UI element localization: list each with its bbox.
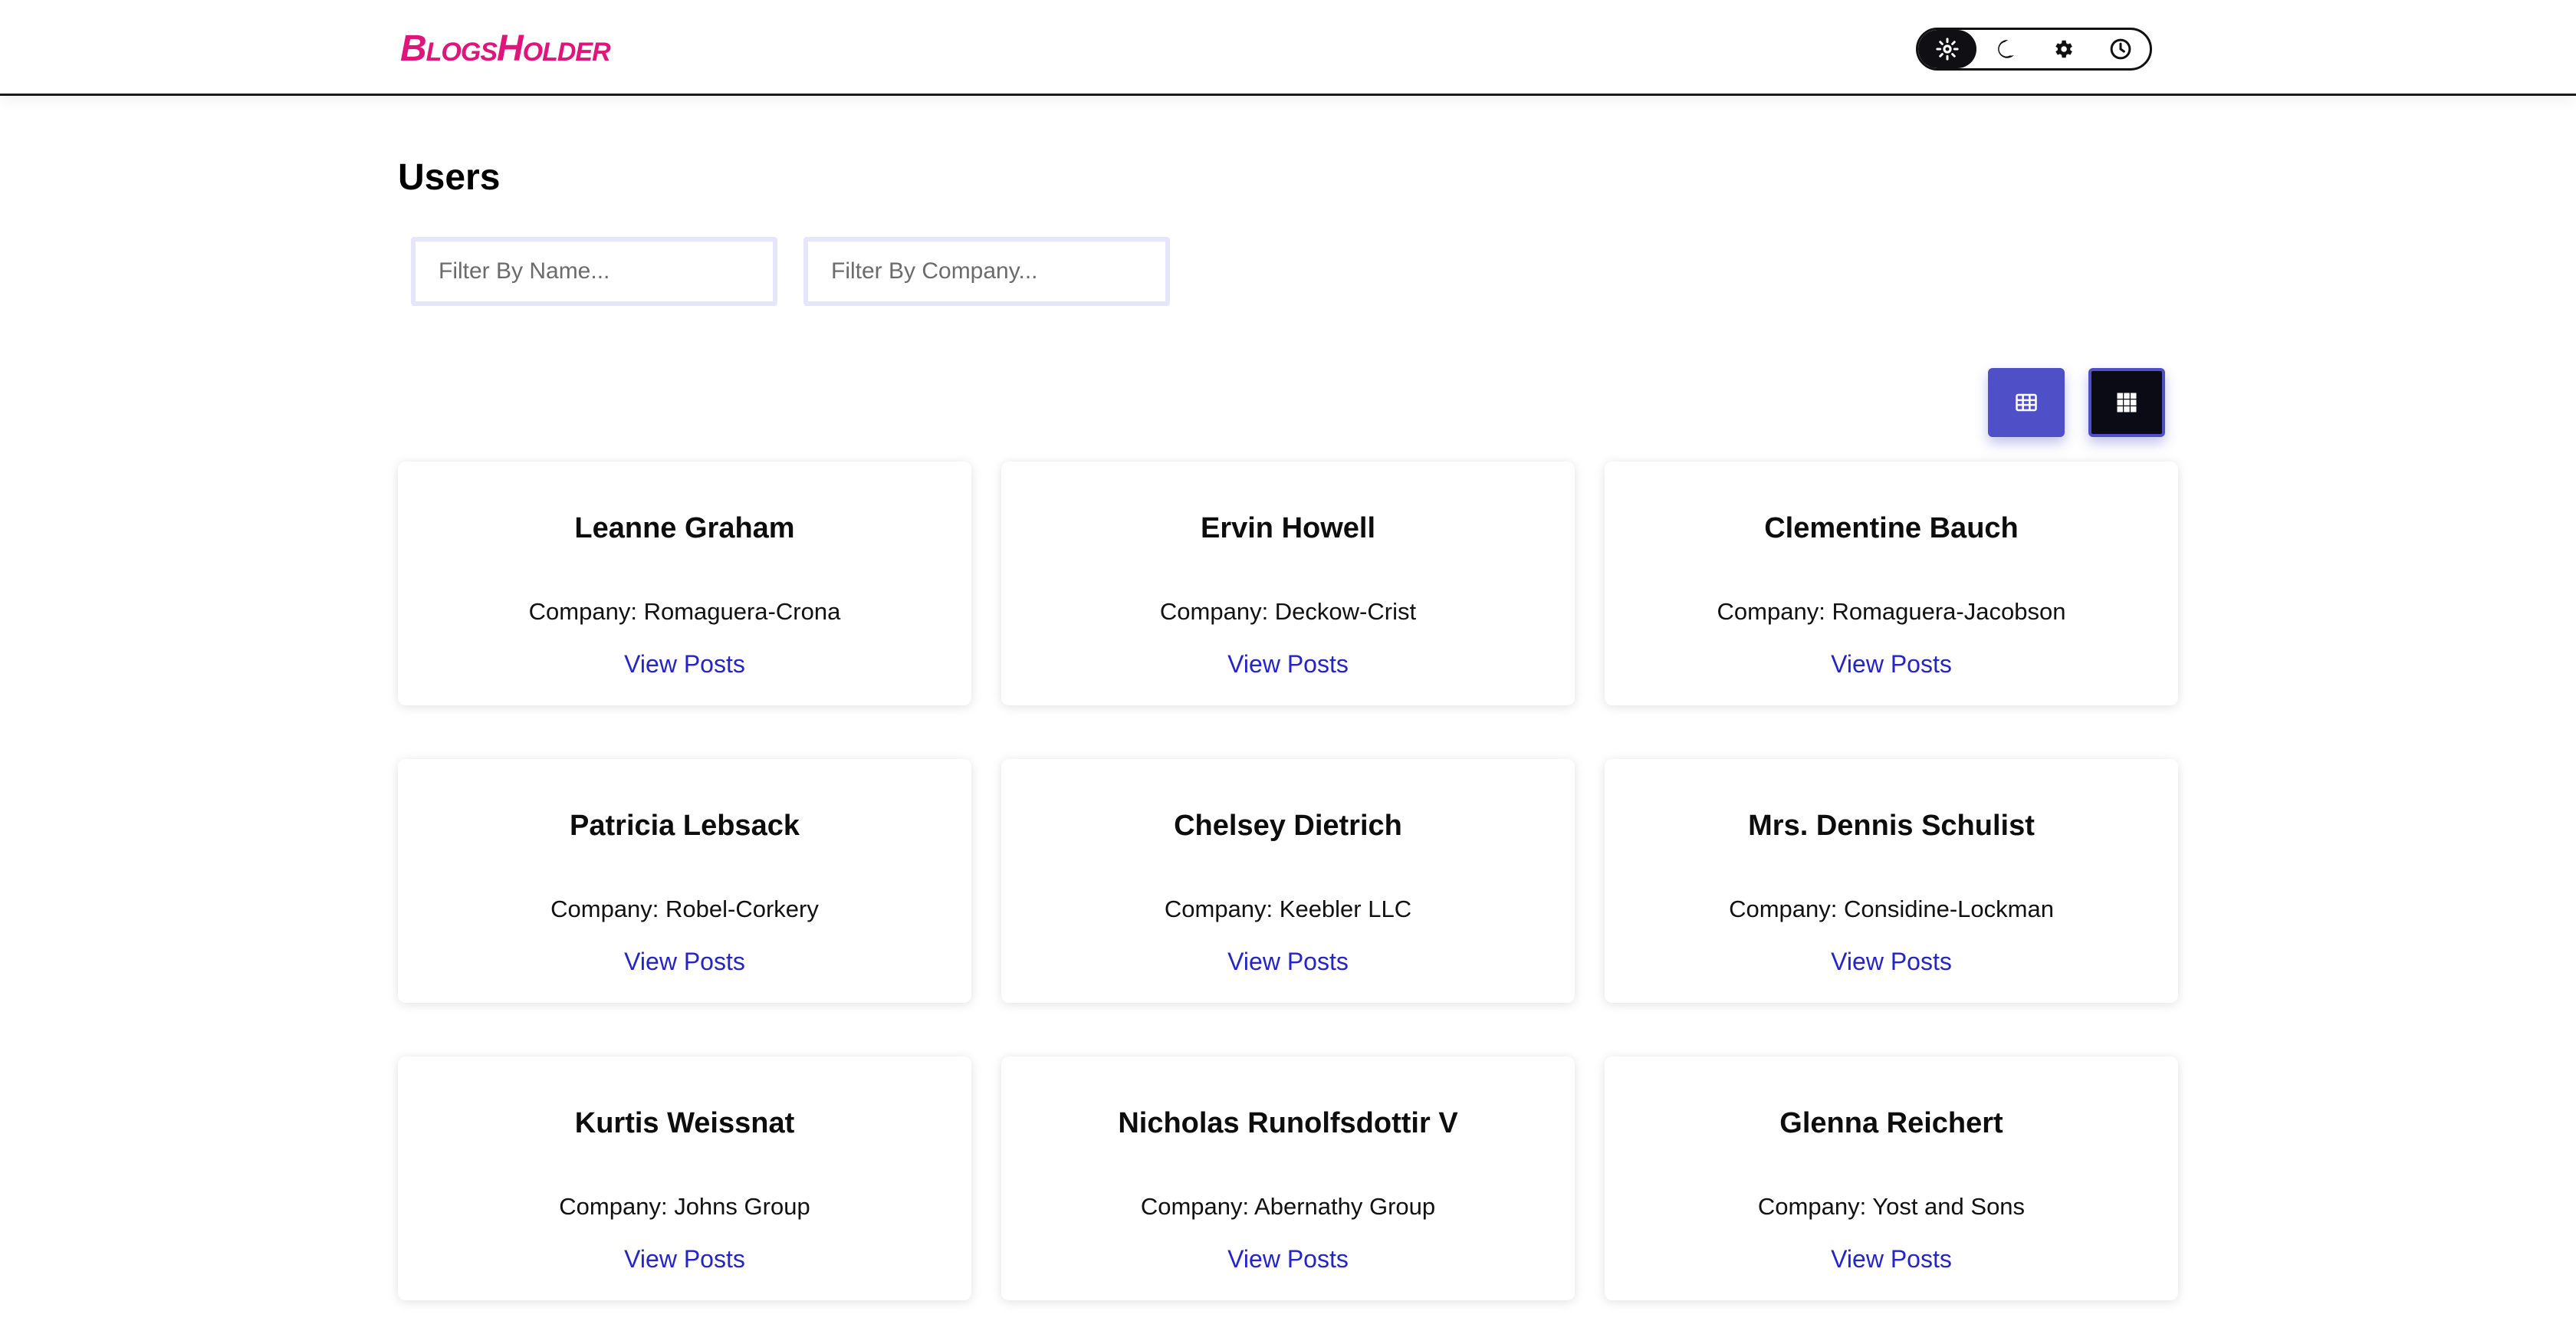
user-company: Company: Abernathy Group [1140,1193,1436,1220]
user-company: Company: Considine-Lockman [1729,896,2054,922]
user-company: Company: Robel-Corkery [550,896,819,922]
view-posts-link[interactable]: View Posts [1001,649,1575,679]
grid-icon [2117,393,2137,412]
user-name: Ervin Howell [1200,512,1376,544]
theme-light-button[interactable] [1918,30,1976,68]
user-card: Nicholas Runolfsdottir V Company: Aberna… [1001,1057,1575,1300]
user-card: Kurtis Weissnat Company: Johns Group Vie… [398,1057,971,1300]
theme-auto-button[interactable] [2092,30,2150,68]
user-company: Company: Yost and Sons [1757,1193,2026,1220]
table-view-button[interactable] [1988,368,2065,437]
user-card: Patricia Lebsack Company: Robel-Corkery … [398,759,971,1003]
view-posts-link[interactable]: View Posts [1605,1244,2178,1274]
user-company: Company: Deckow-Crist [1159,598,1417,625]
filter-by-company-input[interactable] [803,237,1170,306]
user-name: Mrs. Dennis Schulist [1748,810,2035,842]
user-name: Patricia Lebsack [570,810,800,842]
gear-icon [2055,40,2072,58]
user-card-grid: Leanne Graham Company: Romaguera-Crona V… [398,462,2178,1300]
user-card: Ervin Howell Company: Deckow-Crist View … [1001,462,1575,705]
top-navbar: BlogsHolder [0,0,2576,96]
sun-icon [1936,38,1959,61]
user-name: Chelsey Dietrich [1174,810,1402,842]
theme-switcher [1916,28,2152,71]
view-posts-link[interactable]: View Posts [398,649,971,679]
user-name: Glenna Reichert [1779,1107,2003,1139]
user-card: Chelsey Dietrich Company: Keebler LLC Vi… [1001,759,1575,1003]
user-card: Glenna Reichert Company: Yost and Sons V… [1605,1057,2178,1300]
user-name: Kurtis Weissnat [574,1107,795,1139]
filter-by-name-input[interactable] [411,237,777,306]
theme-dark-button[interactable] [1976,30,2035,68]
table-icon [2016,393,2037,412]
user-card: Mrs. Dennis Schulist Company: Considine-… [1605,759,2178,1003]
moon-icon [1998,40,2015,58]
view-posts-link[interactable]: View Posts [1605,946,2178,977]
view-posts-link[interactable]: View Posts [1001,1244,1575,1274]
user-company: Company: Romaguera-Crona [528,598,841,625]
brand-logo[interactable]: BlogsHolder [400,28,611,71]
user-company: Company: Johns Group [559,1193,810,1220]
user-card: Leanne Graham Company: Romaguera-Crona V… [398,462,971,705]
user-card: Clementine Bauch Company: Romaguera-Jaco… [1605,462,2178,705]
view-posts-link[interactable]: View Posts [398,1244,971,1274]
theme-settings-button[interactable] [2034,30,2092,68]
grid-view-button[interactable] [2088,368,2165,437]
user-company: Company: Romaguera-Jacobson [1717,598,2066,625]
page-title: Users [398,157,501,198]
user-name: Nicholas Runolfsdottir V [1118,1107,1458,1139]
user-name: Clementine Bauch [1764,512,2019,544]
view-posts-link[interactable]: View Posts [1605,649,2178,679]
view-posts-link[interactable]: View Posts [1001,946,1575,977]
user-company: Company: Keebler LLC [1164,896,1412,922]
view-posts-link[interactable]: View Posts [398,946,971,977]
clock-icon [2110,38,2131,60]
user-name: Leanne Graham [574,512,795,544]
